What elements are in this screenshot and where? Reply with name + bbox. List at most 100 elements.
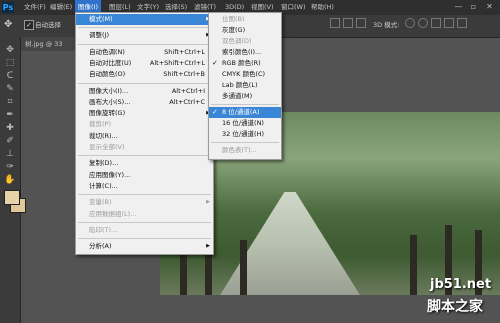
watermark-brand: 脚本之家: [427, 299, 483, 315]
menu-item-shortcut: Alt+Shift+Ctrl+L: [149, 58, 205, 67]
auto-select-checkbox[interactable]: ✓: [24, 20, 34, 30]
menu-item-索引颜色[interactable]: 索引颜色(I)...: [209, 47, 281, 58]
menu-item-应用数据组: 应用数据组(L)...: [76, 209, 213, 220]
3d-rotate-icon[interactable]: [405, 18, 415, 28]
clone-stamp-icon[interactable]: ⊥: [4, 149, 16, 160]
submenu-arrow-icon: ▶: [206, 199, 210, 206]
maximize-button[interactable]: ▫: [467, 1, 480, 13]
close-button[interactable]: ✕: [483, 1, 496, 13]
menu-item-label: 计算(C)...: [89, 181, 118, 190]
menu-item-label: 灰度(G): [222, 26, 246, 34]
menu-item-label: Lab 颜色(L): [222, 81, 258, 89]
menu-edit[interactable]: 编辑(E): [47, 0, 75, 15]
crop-icon[interactable]: ⌗: [4, 97, 16, 108]
menu-item-陷印: 陷印(T)...: [76, 225, 213, 236]
menu-item-调整[interactable]: 调整(J)▶: [76, 30, 213, 41]
menu-separator: [78, 82, 211, 84]
menu-item-label: 位图(B): [222, 15, 245, 23]
menu-item-8-位-通道[interactable]: ✓ 8 位/通道(A): [209, 107, 281, 118]
menu-item-label: 陷印(T)...: [89, 225, 118, 234]
menu-item-画布大小[interactable]: 画布大小(S)... Alt+Ctrl+C: [76, 97, 213, 108]
menu-separator: [211, 142, 279, 143]
menu-item-label: 多通道(M): [222, 92, 253, 100]
eyedropper-icon[interactable]: ✒: [4, 110, 16, 121]
menu-item-label: 画布大小(S)...: [89, 97, 131, 106]
3d-drag-icon[interactable]: [431, 18, 441, 28]
menu-item-自动颜色[interactable]: 自动颜色(O) Shift+Ctrl+B: [76, 69, 213, 80]
minimize-button[interactable]: —: [452, 1, 465, 13]
menu-file[interactable]: 文件(F): [21, 0, 49, 15]
quick-select-icon[interactable]: ✎: [4, 84, 16, 95]
photoshop-logo: Ps: [2, 2, 14, 13]
menu-item-label: RGB 颜色(R): [222, 59, 261, 67]
menu-item-灰度[interactable]: 灰度(G): [209, 25, 281, 36]
3d-scale-icon[interactable]: [457, 18, 467, 28]
menu-item-label: 裁剪(P): [89, 120, 111, 129]
mode-submenu: 位图(B) 灰度(G) 双色调(D) 索引颜色(I)... ✓ RGB 颜色(R) CMYK…: [208, 12, 282, 160]
menu-item-图像大小[interactable]: 图像大小(I)... Alt+Ctrl+I: [76, 86, 213, 97]
menu-item-自动对比度[interactable]: 自动对比度(U) Alt+Shift+Ctrl+L: [76, 58, 213, 69]
menu-help[interactable]: 帮助(H): [308, 0, 337, 15]
menu-item-label: 图像大小(I)...: [89, 86, 129, 95]
menu-item-label: 图像旋转(G): [89, 109, 126, 118]
distribute-icon[interactable]: [356, 18, 366, 28]
menu-item-颜色表: 颜色表(T)...: [209, 145, 281, 156]
menu-separator: [78, 155, 211, 157]
checkmark-icon: ✓: [212, 108, 218, 116]
menu-item-label: 变量(B): [89, 198, 112, 207]
3d-slide-icon[interactable]: [444, 18, 454, 28]
menu-item-计算[interactable]: 计算(C)...: [76, 181, 213, 192]
tree-trunk: [240, 240, 247, 295]
menu-item-32-位-通道[interactable]: 32 位/通道(H): [209, 129, 281, 140]
move-tool-icon[interactable]: ✥: [4, 19, 16, 31]
menu-separator: [78, 238, 211, 240]
menu-item-应用图像[interactable]: 应用图像(Y)...: [76, 170, 213, 181]
document-tab[interactable]: 树.jpg @ 33: [21, 37, 80, 51]
menu-item-label: 16 位/通道(N): [222, 119, 264, 127]
menu-item-图像旋转[interactable]: 图像旋转(G)▶: [76, 108, 213, 119]
hand-icon[interactable]: ✋: [4, 175, 16, 186]
menu-item-label: 索引颜色(I)...: [222, 48, 262, 56]
pen-icon[interactable]: ✑: [4, 162, 16, 173]
brush-icon[interactable]: ✐: [4, 136, 16, 147]
menu-item-label: CMYK 颜色(C): [222, 70, 266, 78]
menu-item-label: 颜色表(T)...: [222, 146, 257, 154]
menu-item-label: 双色调(D): [222, 37, 252, 45]
menu-item-裁切[interactable]: 裁切(R)...: [76, 131, 213, 142]
menu-item-rgb-颜色[interactable]: ✓ RGB 颜色(R): [209, 58, 281, 69]
menu-item-lab-颜色[interactable]: Lab 颜色(L): [209, 80, 281, 91]
menu-item-label: 8 位/通道(A): [222, 108, 260, 116]
menu-item-多通道[interactable]: 多通道(M): [209, 91, 281, 102]
move-icon[interactable]: ✥: [4, 45, 16, 56]
menu-window[interactable]: 窗口(W): [278, 0, 309, 15]
menu-item-模式[interactable]: 模式(M)▶: [76, 14, 213, 25]
menu-item-label: 模式(M): [89, 15, 113, 23]
menu-separator: [211, 104, 279, 105]
menu-item-位图: 位图(B): [209, 14, 281, 25]
marquee-icon[interactable]: ⬚: [4, 58, 16, 69]
image-menu-dropdown: 模式(M)▶调整(J)▶自动色调(N)Shift+Ctrl+L自动对比度(U)A…: [75, 12, 214, 255]
menu-item-cmyk-颜色[interactable]: CMYK 颜色(C): [209, 69, 281, 80]
menu-separator: [78, 27, 211, 29]
menu-item-显示全部: 显示全部(V): [76, 142, 213, 153]
menu-item-label: 调整(J): [89, 31, 109, 40]
menu-item-16-位-通道[interactable]: 16 位/通道(N): [209, 118, 281, 129]
menu-item-复制[interactable]: 复制(D)...: [76, 158, 213, 169]
foreground-color-swatch[interactable]: [4, 190, 20, 205]
menu-item-分析[interactable]: 分析(A) ▶: [76, 241, 213, 252]
menu-item-label: 自动色调(N): [89, 47, 125, 56]
menu-item-label: 裁切(R)...: [89, 131, 118, 140]
tree-trunk: [410, 235, 417, 295]
menu-item-label: 自动颜色(O): [89, 70, 126, 79]
align-icon[interactable]: [330, 18, 340, 28]
align-center-icon[interactable]: [343, 18, 353, 28]
checkmark-icon: ✓: [212, 59, 218, 67]
menu-item-label: 复制(D)...: [89, 159, 119, 168]
3d-roll-icon[interactable]: [418, 18, 428, 28]
menu-separator: [78, 221, 211, 223]
auto-select-label: 自动选择: [35, 21, 61, 29]
lasso-icon[interactable]: ᑕ: [4, 71, 16, 82]
healing-brush-icon[interactable]: ✚: [4, 123, 16, 134]
menu-item-自动色调[interactable]: 自动色调(N) Shift+Ctrl+L: [76, 47, 213, 58]
menu-separator: [78, 194, 211, 196]
